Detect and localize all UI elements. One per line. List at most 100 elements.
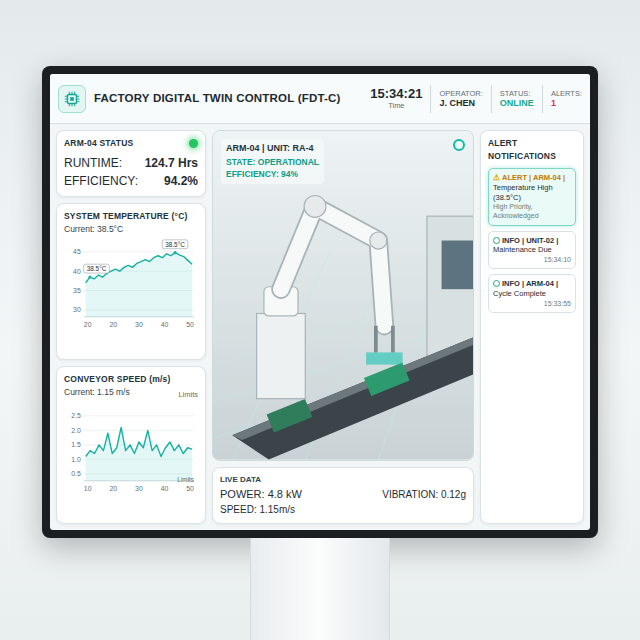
x-tick: 40: [161, 321, 169, 328]
clock: 15:34:21 Time: [370, 87, 422, 110]
live-reading: VIBRATION: 0.12g: [382, 487, 466, 502]
time-value: 15:34:21: [370, 87, 422, 101]
live-data-panel: LIVE DATA POWER: 4.8 kW VIBRATION: 0.12g S…: [212, 467, 474, 525]
grid-line: [84, 430, 194, 431]
callout-box: [162, 240, 188, 249]
alerts-count[interactable]: 1: [551, 98, 582, 109]
time-label: Time: [370, 101, 422, 110]
alert-detail: Maintenance Due: [493, 245, 571, 255]
alert-time: 15:34:10: [493, 255, 571, 264]
row-value: 124.7 Hrs: [145, 154, 198, 172]
warning-icon: ⚠: [493, 173, 500, 182]
status-row: EFFICIENCY: 94.2%: [64, 172, 198, 190]
callout-label: 38.5°C: [87, 265, 107, 272]
row-label: RUNTIME:: [64, 154, 122, 172]
state-label: STATE: OPERATIONAL: [226, 156, 319, 169]
current-reading: Current: 38.5°C: [64, 223, 198, 236]
y-tick: 2.5: [71, 412, 81, 419]
app-title: FACTORY DIGITAL TWIN CONTROL (FDT-C): [94, 90, 362, 107]
card-title: ARM-04 STATUS: [64, 137, 133, 150]
alert-title: ALERT | ARM-04 |: [502, 173, 565, 182]
panel-title: ALERT NOTIFICATIONS: [488, 137, 576, 163]
status-block: STATUS: ONLINE: [500, 89, 534, 109]
alert-time: 15:33:55: [493, 299, 571, 308]
grid-line: [84, 252, 194, 253]
callout-label: 38.5°C: [165, 241, 185, 248]
x-tick: 10: [84, 485, 92, 492]
alert-title: INFO | ARM-04 |: [502, 279, 558, 288]
x-tick: 40: [161, 485, 169, 492]
temperature-chart: 45 40 35 30 20 20 30 40 50 38.5°C 38.5°C: [64, 239, 198, 330]
x-tick: 30: [135, 321, 143, 328]
row-label: EFFICIENCY:: [64, 172, 138, 190]
y-tick: 40: [73, 268, 81, 275]
alerts-label: ALERTS:: [551, 89, 582, 98]
alert-heading: ⚠ALERT | ARM-04 |: [493, 173, 571, 183]
operator-value: J. CHEN: [439, 98, 482, 109]
alert-detail: Temperature High (38.5°C): [493, 183, 571, 203]
viewport-overlay: ARM-04 | UNIT: RA-4 STATE: OPERATIONAL E…: [221, 139, 324, 184]
status-row: RUNTIME: 124.7 Hrs: [64, 154, 198, 172]
status-value: ONLINE: [500, 98, 534, 109]
y-tick: 45: [73, 248, 81, 255]
expand-icon[interactable]: [453, 139, 465, 151]
temperature-area: [86, 253, 192, 317]
live-reading: POWER: 4.8 kW: [220, 486, 302, 503]
arm-status-card: ARM-04 STATUS RUNTIME:124.7 HrsEFFICIENC…: [56, 130, 206, 197]
current-reading: Current: 1.15 m/s: [64, 386, 130, 399]
status-label: STATUS:: [500, 89, 534, 98]
row-value: 94.2%: [164, 172, 198, 190]
efficiency-label: EFFICIENCY: 94%: [226, 168, 319, 181]
callout-point: [173, 251, 176, 254]
y-tick: 30: [73, 306, 81, 313]
limits-label: Limits: [178, 390, 198, 399]
alert-item[interactable]: INFO | ARM-04 |Cycle Complete15:33:55: [488, 274, 576, 313]
alert-item[interactable]: ⚠ALERT | ARM-04 |Temperature High (38.5°…: [488, 168, 576, 226]
monitor: FACTORY DIGITAL TWIN CONTROL (FDT-C) 15:…: [42, 66, 598, 538]
robot-viewport[interactable]: ARM-04 | UNIT: RA-4 STATE: OPERATIONAL E…: [212, 130, 474, 461]
speed-chart: 2.52.01.51.00.51020304050Limits: [64, 403, 198, 494]
alert-item[interactable]: INFO | UNIT-02 |Maintenance Due15:34:10: [488, 231, 576, 270]
x-tick: 20: [84, 321, 92, 328]
header-bar: FACTORY DIGITAL TWIN CONTROL (FDT-C) 15:…: [50, 74, 590, 124]
panel-title: LIVE DATA: [220, 474, 466, 486]
y-tick: 2.0: [71, 427, 81, 434]
x-tick: 50: [186, 485, 194, 492]
monitor-stand: [250, 538, 390, 640]
y-tick: 1.0: [71, 456, 81, 463]
alert-title: INFO | UNIT-02 |: [502, 236, 558, 245]
card-title: SYSTEM TEMPERATURE (°C): [64, 210, 198, 223]
y-tick: 0.5: [71, 470, 81, 477]
operator-label: OPERATOR:: [439, 89, 482, 98]
live-reading: SPEED: 1.15m/s: [220, 502, 295, 517]
dashboard: FACTORY DIGITAL TWIN CONTROL (FDT-C) 15:…: [50, 74, 590, 530]
info-icon: [493, 237, 500, 244]
temperature-line: [86, 253, 192, 283]
alert-heading: INFO | ARM-04 |: [493, 279, 571, 289]
alert-detail: Cycle Complete: [493, 289, 571, 299]
x-tick: 20: [109, 321, 117, 328]
left-column: ARM-04 STATUS RUNTIME:124.7 HrsEFFICIENC…: [56, 130, 206, 524]
y-tick: 35: [73, 287, 81, 294]
operator-block: OPERATOR: J. CHEN: [439, 89, 482, 109]
alert-note: High Priority, Acknowledged: [493, 202, 571, 220]
temperature-card: SYSTEM TEMPERATURE (°C) Current: 38.5°C …: [56, 203, 206, 361]
chip-icon: [58, 85, 86, 113]
x-tick: 50: [186, 321, 194, 328]
viewport-title: ARM-04 | UNIT: RA-4: [226, 142, 319, 156]
callout-point: [88, 276, 91, 279]
speed-line: [86, 427, 192, 456]
grid-line: [84, 415, 194, 416]
x-tick: 30: [135, 485, 143, 492]
card-title: CONVEYOR SPEED (m/s): [64, 373, 198, 386]
alert-heading: INFO | UNIT-02 |: [493, 236, 571, 246]
status-dot: [189, 139, 198, 148]
callout-box: [84, 264, 110, 273]
x-tick: 20: [109, 485, 117, 492]
speed-card: CONVEYOR SPEED (m/s) Current: 1.15 m/s L…: [56, 366, 206, 524]
center-column: ARM-04 | UNIT: RA-4 STATE: OPERATIONAL E…: [212, 130, 474, 524]
limits-label: Limits: [177, 476, 194, 483]
speed-area: [86, 427, 192, 480]
alert-panel: ALERT NOTIFICATIONS ⚠ALERT | ARM-04 |Tem…: [480, 130, 584, 524]
alerts-block[interactable]: ALERTS: 1: [551, 89, 582, 109]
